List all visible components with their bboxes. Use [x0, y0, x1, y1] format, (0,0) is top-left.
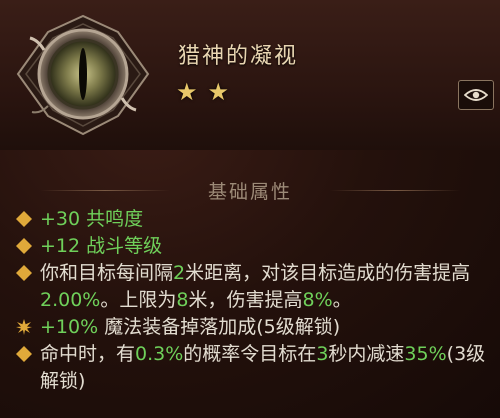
- property-value: 8%: [302, 289, 333, 311]
- item-name: 猎神的凝视: [178, 44, 299, 69]
- property-text: 你和目标每间隔: [40, 262, 174, 284]
- eye-view-icon: [464, 89, 488, 101]
- property-text: 魔法装备掉落加成(5级解锁): [98, 316, 341, 338]
- property-text: 。: [332, 289, 352, 311]
- property-value: 2.00%: [40, 289, 101, 311]
- eye-gem-icon: [8, 10, 158, 140]
- rarity-stars: ★ ★: [176, 80, 229, 104]
- star-icon: ★: [207, 78, 230, 106]
- property-text: 的概率令目标在: [183, 343, 317, 365]
- property-value: +30 共鸣度: [40, 208, 144, 230]
- property-value: 8: [176, 289, 189, 311]
- property-text: 米距离，对该目标造成的伤害提高: [185, 262, 471, 284]
- section-title: 基础属性: [207, 181, 292, 203]
- property-line: +30 共鸣度: [14, 206, 494, 233]
- property-value: 35%: [404, 343, 447, 365]
- property-list: +30 共鸣度 +12 战斗等级 你和目标每间隔2米距离，对该目标造成的伤害提高 2.…: [14, 206, 494, 395]
- diamond-bullet-icon: [16, 265, 32, 281]
- property-value: 0.3%: [135, 343, 184, 365]
- property-line: 命中时，有0.3%的概率令目标在3秒内减速35%(3级解锁): [14, 341, 494, 395]
- burst-bullet-icon: [16, 319, 32, 335]
- property-text: 米，伤害提高: [188, 289, 303, 311]
- diamond-bullet-icon: [16, 238, 32, 254]
- property-line: 你和目标每间隔2米距离，对该目标造成的伤害提高 2.00%。上限为8米，伤害提高8…: [14, 260, 494, 314]
- property-text: 秒内减速: [328, 343, 405, 365]
- eye-view-button[interactable]: [458, 80, 494, 110]
- tooltip-header: 猎神的凝视 ★ ★: [0, 0, 500, 150]
- gem-tooltip: 猎神的凝视 ★ ★ 基础属性 +30 共鸣度 +12 战斗等级 你和目标每间隔2米距…: [0, 0, 500, 418]
- property-line: +12 战斗等级: [14, 233, 494, 260]
- diamond-bullet-icon: [16, 211, 32, 227]
- property-value: 2: [173, 262, 186, 284]
- star-icon: ★: [176, 78, 198, 106]
- property-value: 3: [316, 343, 329, 365]
- property-line: +10% 魔法装备掉落加成(5级解锁): [14, 314, 494, 341]
- property-text: 命中时，有: [40, 343, 136, 365]
- property-text: 。上限为: [100, 289, 177, 311]
- diamond-bullet-icon: [16, 346, 32, 362]
- property-value: +10%: [40, 316, 99, 338]
- property-value: +12 战斗等级: [40, 235, 163, 257]
